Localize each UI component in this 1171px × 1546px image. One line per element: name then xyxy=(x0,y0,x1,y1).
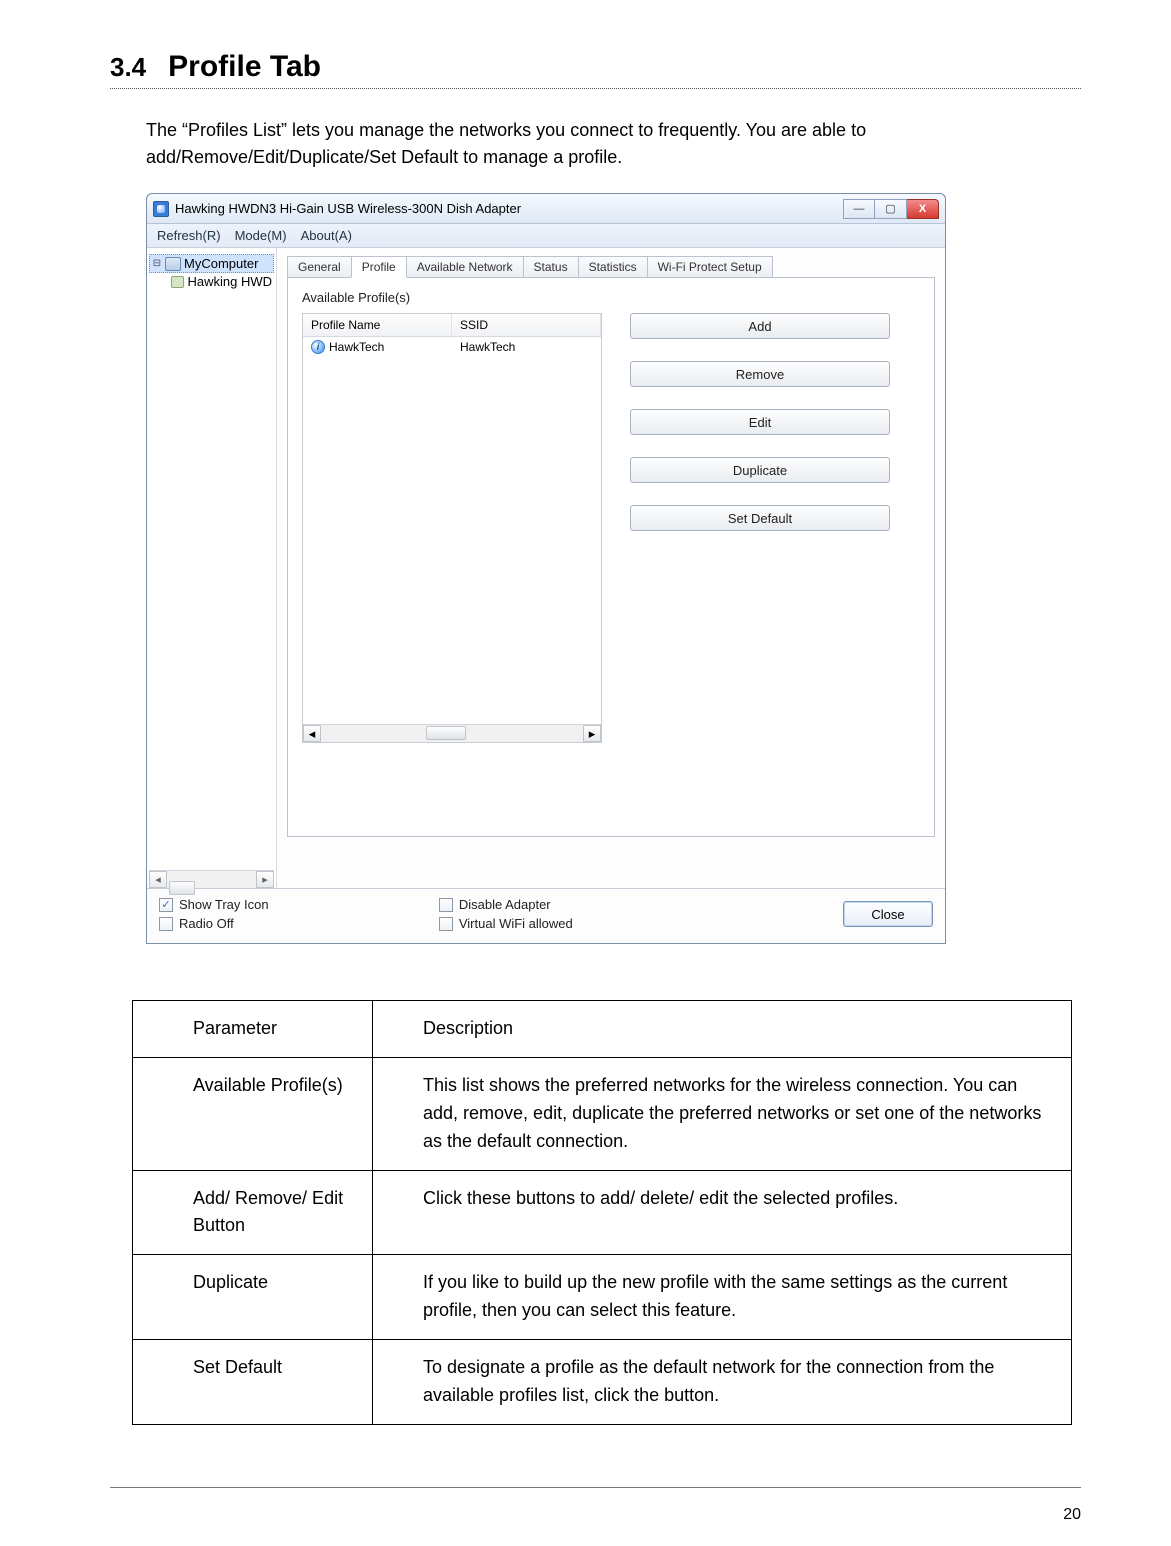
tab-body: Available Profile(s) Profile Name SSID i… xyxy=(287,277,935,837)
parameter-table: Parameter Description Available Profile(… xyxy=(132,1000,1072,1425)
tree-item-mycomputer[interactable]: ⊟ MyComputer xyxy=(149,254,274,273)
list-scrollbar[interactable]: ◂ ▸ xyxy=(303,724,601,742)
tabs-row: General Profile Available Network Status… xyxy=(287,256,935,278)
disable-adapter-label: Disable Adapter xyxy=(459,897,551,912)
radio-off-label: Radio Off xyxy=(179,916,234,931)
window-controls: — ▢ X xyxy=(843,199,939,219)
tree-label-root: MyComputer xyxy=(184,256,258,271)
disable-adapter-checkbox[interactable]: Disable Adapter xyxy=(439,897,573,912)
edit-button[interactable]: Edit xyxy=(630,409,890,435)
section-header: 3.4 Profile Tab xyxy=(110,50,1081,89)
tab-status[interactable]: Status xyxy=(523,256,579,278)
footer-rule xyxy=(110,1487,1081,1488)
duplicate-button[interactable]: Duplicate xyxy=(630,457,890,483)
close-button[interactable]: Close xyxy=(843,901,933,927)
action-buttons: Add Remove Edit Duplicate Set Default xyxy=(630,313,890,743)
remove-button[interactable]: Remove xyxy=(630,361,890,387)
param-cell: Set Default xyxy=(133,1340,373,1425)
menu-refresh[interactable]: Refresh(R) xyxy=(157,228,221,243)
tab-statistics[interactable]: Statistics xyxy=(578,256,648,278)
tab-profile[interactable]: Profile xyxy=(351,256,407,278)
menu-about[interactable]: About(A) xyxy=(301,228,352,243)
radio-off-checkbox[interactable]: Radio Off xyxy=(159,916,269,931)
table-row: Duplicate If you like to build up the ne… xyxy=(133,1255,1072,1340)
list-header: Profile Name SSID xyxy=(303,314,601,337)
available-profiles-label: Available Profile(s) xyxy=(302,290,920,305)
show-tray-icon-checkbox[interactable]: ✓ Show Tray Icon xyxy=(159,897,269,912)
adapter-icon xyxy=(171,276,184,288)
desc-cell: To designate a profile as the default ne… xyxy=(373,1340,1072,1425)
window-footer: ✓ Show Tray Icon Radio Off Disable Adapt… xyxy=(147,888,945,943)
add-button[interactable]: Add xyxy=(630,313,890,339)
section-number: 3.4 xyxy=(110,52,146,83)
menubar: Refresh(R) Mode(M) About(A) xyxy=(147,224,945,248)
list-item[interactable]: i HawkTech HawkTech xyxy=(303,337,601,357)
col-profile-name[interactable]: Profile Name xyxy=(303,314,452,336)
minimize-button[interactable]: — xyxy=(843,199,875,219)
table-row: Add/ Remove/ Edit Button Click these but… xyxy=(133,1170,1072,1255)
checkbox-checked-icon: ✓ xyxy=(159,898,173,912)
list-scroll-right-icon[interactable]: ▸ xyxy=(583,725,601,742)
app-window: Hawking HWDN3 Hi-Gain USB Wireless-300N … xyxy=(146,193,946,944)
virtual-wifi-checkbox[interactable]: Virtual WiFi allowed xyxy=(439,916,573,931)
scroll-right-icon[interactable]: ▸ xyxy=(256,871,274,888)
set-default-button[interactable]: Set Default xyxy=(630,505,890,531)
profiles-list[interactable]: Profile Name SSID i HawkTech HawkTech xyxy=(302,313,602,743)
checkbox-icon xyxy=(439,898,453,912)
tree-pane: ⊟ MyComputer Hawking HWD ◂ ▸ xyxy=(147,248,277,888)
table-row: Set Default To designate a profile as th… xyxy=(133,1340,1072,1425)
tab-general[interactable]: General xyxy=(287,256,352,278)
virtual-wifi-label: Virtual WiFi allowed xyxy=(459,916,573,931)
app-icon xyxy=(153,201,169,217)
table-row: Available Profile(s) This list shows the… xyxy=(133,1057,1072,1170)
computer-icon xyxy=(165,257,181,271)
col-ssid[interactable]: SSID xyxy=(452,314,601,336)
close-window-button[interactable]: X xyxy=(907,199,939,219)
show-tray-label: Show Tray Icon xyxy=(179,897,269,912)
scroll-thumb[interactable] xyxy=(169,881,195,895)
checkbox-icon xyxy=(159,917,173,931)
tree-collapse-icon[interactable]: ⊟ xyxy=(152,258,162,269)
tree-label-child: Hawking HWD xyxy=(187,274,272,289)
tree-scrollbar[interactable]: ◂ ▸ xyxy=(149,870,274,888)
desc-cell: If you like to build up the new profile … xyxy=(373,1255,1072,1340)
list-scroll-left-icon[interactable]: ◂ xyxy=(303,725,321,742)
intro-paragraph: The “Profiles List” lets you manage the … xyxy=(146,117,1051,171)
header-description: Description xyxy=(373,1001,1072,1058)
page-number: 20 xyxy=(1063,1506,1081,1524)
tab-available-network[interactable]: Available Network xyxy=(406,256,524,278)
row-ssid: HawkTech xyxy=(460,340,515,354)
list-scroll-thumb[interactable] xyxy=(426,726,466,740)
table-header-row: Parameter Description xyxy=(133,1001,1072,1058)
tree-item-adapter[interactable]: Hawking HWD xyxy=(149,273,274,290)
param-cell: Add/ Remove/ Edit Button xyxy=(133,1170,373,1255)
info-icon: i xyxy=(311,340,325,354)
param-cell: Available Profile(s) xyxy=(133,1057,373,1170)
header-parameter: Parameter xyxy=(133,1001,373,1058)
checkbox-icon xyxy=(439,917,453,931)
titlebar[interactable]: Hawking HWDN3 Hi-Gain USB Wireless-300N … xyxy=(147,194,945,224)
tab-wifi-protect-setup[interactable]: Wi-Fi Protect Setup xyxy=(647,256,773,278)
menu-mode[interactable]: Mode(M) xyxy=(235,228,287,243)
window-title: Hawking HWDN3 Hi-Gain USB Wireless-300N … xyxy=(175,201,843,216)
maximize-button[interactable]: ▢ xyxy=(875,199,907,219)
row-profile-name: HawkTech xyxy=(329,340,384,354)
param-cell: Duplicate xyxy=(133,1255,373,1340)
scroll-left-icon[interactable]: ◂ xyxy=(149,871,167,888)
section-title: Profile Tab xyxy=(168,50,321,84)
desc-cell: This list shows the preferred networks f… xyxy=(373,1057,1072,1170)
desc-cell: Click these buttons to add/ delete/ edit… xyxy=(373,1170,1072,1255)
